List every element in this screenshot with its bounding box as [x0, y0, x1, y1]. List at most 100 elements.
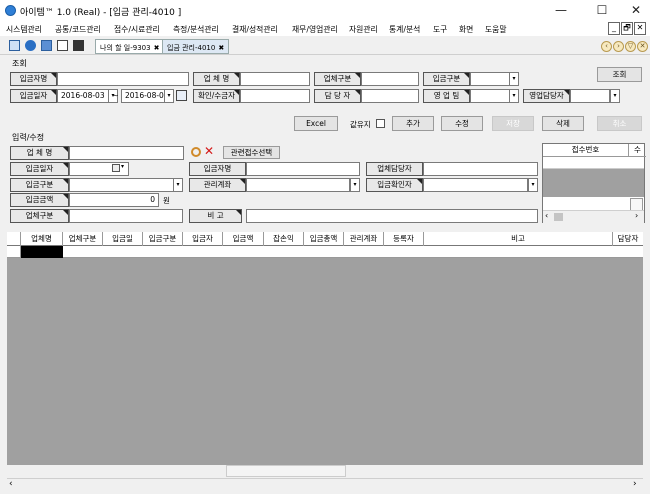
- close-icon[interactable]: ✖: [154, 44, 160, 52]
- date-from-input[interactable]: 2016-08-03: [57, 89, 109, 103]
- column-account[interactable]: 관리계좌: [344, 232, 384, 246]
- date-to-input[interactable]: 2016-08-03: [121, 89, 165, 103]
- column-company-name[interactable]: 업체명: [21, 232, 63, 246]
- query-deposit-type-select[interactable]: [470, 72, 510, 86]
- scroll-left-icon[interactable]: ‹: [545, 211, 548, 220]
- scroll-left-icon[interactable]: ‹: [9, 479, 13, 489]
- mdi-restore-button[interactable]: 🗗: [621, 22, 633, 35]
- chevron-down-icon[interactable]: ▾: [509, 89, 519, 103]
- minimize-button[interactable]: —: [543, 0, 579, 22]
- pin-icon[interactable]: [73, 40, 84, 51]
- column-depositor[interactable]: 입금자: [183, 232, 223, 246]
- table-row[interactable]: [63, 246, 643, 258]
- excel-button[interactable]: Excel: [294, 116, 338, 131]
- nav-list-icon[interactable]: ▽: [625, 41, 636, 52]
- menu-tools[interactable]: 도구: [433, 24, 447, 35]
- query-sales-team-select[interactable]: [470, 89, 510, 103]
- info-icon[interactable]: [41, 40, 52, 51]
- column-remark[interactable]: 비고: [424, 232, 613, 246]
- add-button[interactable]: 추가: [392, 116, 434, 131]
- entry-remark-input[interactable]: [246, 209, 538, 223]
- query-deposit-date-label: 입금일자: [10, 89, 57, 103]
- scroll-thumb[interactable]: [554, 213, 563, 221]
- search-button[interactable]: 조회: [597, 67, 642, 82]
- menu-system[interactable]: 시스템관리: [6, 24, 42, 35]
- menu-statistics[interactable]: 통계/분석: [389, 24, 420, 35]
- query-deposit-type-label: 입금구분: [423, 72, 470, 86]
- nav-prev-icon[interactable]: ‹: [601, 41, 612, 52]
- column-total-amount[interactable]: 입금총액: [304, 232, 344, 246]
- receipt-horizontal-scrollbar[interactable]: ‹ ›: [543, 210, 644, 223]
- cancel-button[interactable]: 취소: [597, 116, 642, 131]
- nav-close-icon[interactable]: ✕: [637, 41, 648, 52]
- entry-deposit-date-input[interactable]: [69, 162, 129, 176]
- column-registrant[interactable]: 등록자: [384, 232, 424, 246]
- query-company-type-input[interactable]: [361, 72, 419, 86]
- query-sales-manager-select[interactable]: [570, 89, 610, 103]
- tab-deposit-management[interactable]: 입금 관리-4010 ✖: [162, 39, 230, 54]
- scroll-right-icon[interactable]: ›: [635, 211, 638, 220]
- entry-company-name-input[interactable]: [69, 146, 184, 160]
- maximize-button[interactable]: ☐: [584, 0, 620, 22]
- query-manager-input[interactable]: [361, 89, 419, 103]
- column-deposit-date[interactable]: 입금일: [103, 232, 143, 246]
- column-deposit-type[interactable]: 입금구분: [143, 232, 183, 246]
- chevron-down-icon[interactable]: ▾: [350, 178, 360, 192]
- chevron-down-icon[interactable]: ▾: [610, 89, 620, 103]
- chevron-down-icon[interactable]: ▾: [509, 72, 519, 86]
- column-manager[interactable]: 담당자: [613, 232, 643, 246]
- entry-deposit-confirm-select[interactable]: [423, 178, 528, 192]
- chevron-down-icon[interactable]: ▾: [173, 178, 183, 192]
- list-icon[interactable]: [9, 40, 20, 51]
- column-misc-pl[interactable]: 잡손익: [264, 232, 304, 246]
- help-icon[interactable]: [25, 40, 36, 51]
- tab-my-todo[interactable]: 나의 할 일-9303 ✖: [95, 39, 165, 54]
- entry-account-select[interactable]: [246, 178, 350, 192]
- title-bar: 아이템™ 1.0 (Real) - [입금 관리-4010 ] — ☐ ✕: [0, 0, 650, 22]
- entry-amount-input[interactable]: 0: [69, 193, 159, 207]
- table-row-selected-cell[interactable]: [21, 246, 63, 258]
- column-company-type[interactable]: 업체구분: [63, 232, 103, 246]
- close-button[interactable]: ✕: [618, 0, 650, 22]
- column-amount[interactable]: 입금액: [223, 232, 264, 246]
- menu-resources[interactable]: 자원관리: [349, 24, 378, 35]
- clear-icon[interactable]: ✕: [204, 144, 214, 158]
- menu-measure-analysis[interactable]: 측정/분석관리: [173, 24, 219, 35]
- related-receipt-button[interactable]: 관련접수선택: [223, 146, 280, 159]
- chevron-down-icon[interactable]: ▾: [164, 89, 174, 103]
- calendar-icon[interactable]: [176, 90, 187, 101]
- save-button[interactable]: 저장: [492, 116, 534, 131]
- entry-deposit-type-select[interactable]: [69, 178, 174, 192]
- close-icon[interactable]: ✖: [218, 44, 224, 52]
- menu-approval-report[interactable]: 결재/성적관리: [232, 24, 278, 35]
- menu-finance-sales[interactable]: 재무/영업관리: [292, 24, 338, 35]
- chevron-down-icon[interactable]: ▾: [121, 163, 124, 170]
- nav-next-icon[interactable]: ›: [613, 41, 624, 52]
- entry-company-manager-input[interactable]: [423, 162, 538, 176]
- scroll-right-icon[interactable]: ›: [633, 479, 637, 489]
- row-indicator-header: [7, 232, 21, 246]
- search-icon[interactable]: [191, 147, 201, 157]
- entry-section-label: 입력/수정: [12, 133, 45, 142]
- delete-button[interactable]: 삭제: [542, 116, 584, 131]
- menu-screen[interactable]: 화면: [459, 24, 473, 35]
- modify-button[interactable]: 수정: [441, 116, 483, 131]
- query-company-name-input[interactable]: [240, 72, 310, 86]
- grid-horizontal-scrollbar[interactable]: ‹ ›: [7, 478, 643, 491]
- row-indicator[interactable]: [7, 246, 21, 258]
- query-confirm-input[interactable]: [240, 89, 310, 103]
- mdi-close-button[interactable]: ✕: [634, 22, 646, 35]
- keep-value-checkbox[interactable]: [376, 119, 385, 128]
- calendar-icon[interactable]: [112, 164, 120, 172]
- query-deposit-person-input[interactable]: [57, 72, 189, 86]
- entry-company-type-input[interactable]: [69, 209, 183, 223]
- menu-common-code[interactable]: 공통/코드관리: [55, 24, 101, 35]
- entry-deposit-person-input[interactable]: [246, 162, 360, 176]
- menu-receipt-sample[interactable]: 접수/시료관리: [114, 24, 160, 35]
- mdi-minimize-button[interactable]: _: [608, 22, 620, 35]
- receipt-row[interactable]: [543, 157, 644, 169]
- menu-help[interactable]: 도움말: [485, 24, 507, 35]
- entry-company-type-label: 업체구분: [10, 209, 69, 223]
- chevron-down-icon[interactable]: ▾: [528, 178, 538, 192]
- printer-icon[interactable]: [57, 40, 68, 51]
